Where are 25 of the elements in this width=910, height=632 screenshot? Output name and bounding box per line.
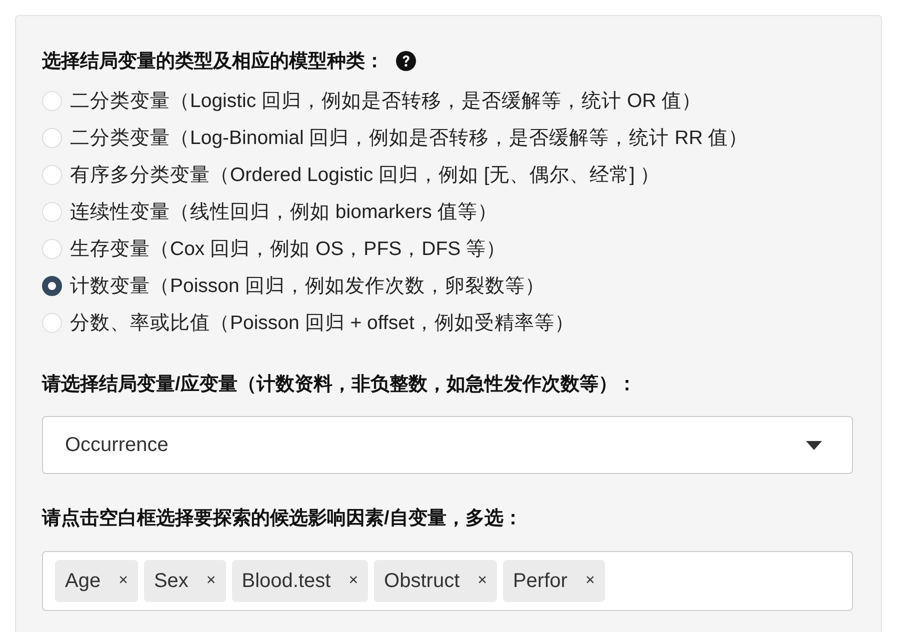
predictors-field[interactable]: Age × Sex × Blood.test × Obstruct × Perfor × xyxy=(42,551,853,611)
option-label[interactable]: 计数变量（Poisson 回归，例如发作次数，卵裂数等） xyxy=(70,272,545,299)
remove-icon[interactable]: × xyxy=(585,572,595,590)
remove-icon[interactable]: × xyxy=(348,572,358,590)
option-label[interactable]: 连续性变量（线性回归，例如 biomarkers 值等） xyxy=(70,198,498,225)
predictors-label: 请点击空白框选择要探索的候选影响因素/自变量，多选： xyxy=(42,506,524,531)
caret-icon xyxy=(806,440,822,450)
option-label[interactable]: 二分类变量（Logistic 回归，例如是否转移，是否缓解等，统计 OR 值） xyxy=(70,87,702,114)
remove-icon[interactable]: × xyxy=(206,572,216,590)
remove-icon[interactable]: × xyxy=(478,572,487,590)
tag-label: Sex xyxy=(154,570,188,592)
outcome-label: 请选择结局变量/应变量（计数资料，非负整数，如急性发作次数等）： xyxy=(42,372,638,397)
help-icon[interactable] xyxy=(396,51,416,71)
option-label[interactable]: 分数、率或比值（Poisson 回归 + offset，例如受精率等） xyxy=(70,309,574,336)
option-label[interactable]: 有序多分类变量（Ordered Logistic 回归，例如 [无、偶尔、经常] ） xyxy=(70,161,660,188)
option-label[interactable]: 生存变量（Cox 回归，例如 OS，PFS，DFS 等） xyxy=(70,235,506,262)
tag-label: Age xyxy=(65,570,101,592)
tag-label: Obstruct xyxy=(384,570,460,592)
option-label[interactable]: 二分类变量（Log-Binomial 回归，例如是否转移，是否缓解等，统计 RR 值） xyxy=(70,124,748,151)
model-type-label: 选择结局变量的类型及相应的模型种类： xyxy=(42,50,384,74)
radio-button[interactable] xyxy=(42,276,62,296)
remove-icon[interactable]: × xyxy=(118,572,128,590)
tag-label: Blood.test xyxy=(242,570,331,592)
tag-label: Perfor xyxy=(512,570,568,592)
outcome-select[interactable]: Occurrence xyxy=(42,416,853,474)
